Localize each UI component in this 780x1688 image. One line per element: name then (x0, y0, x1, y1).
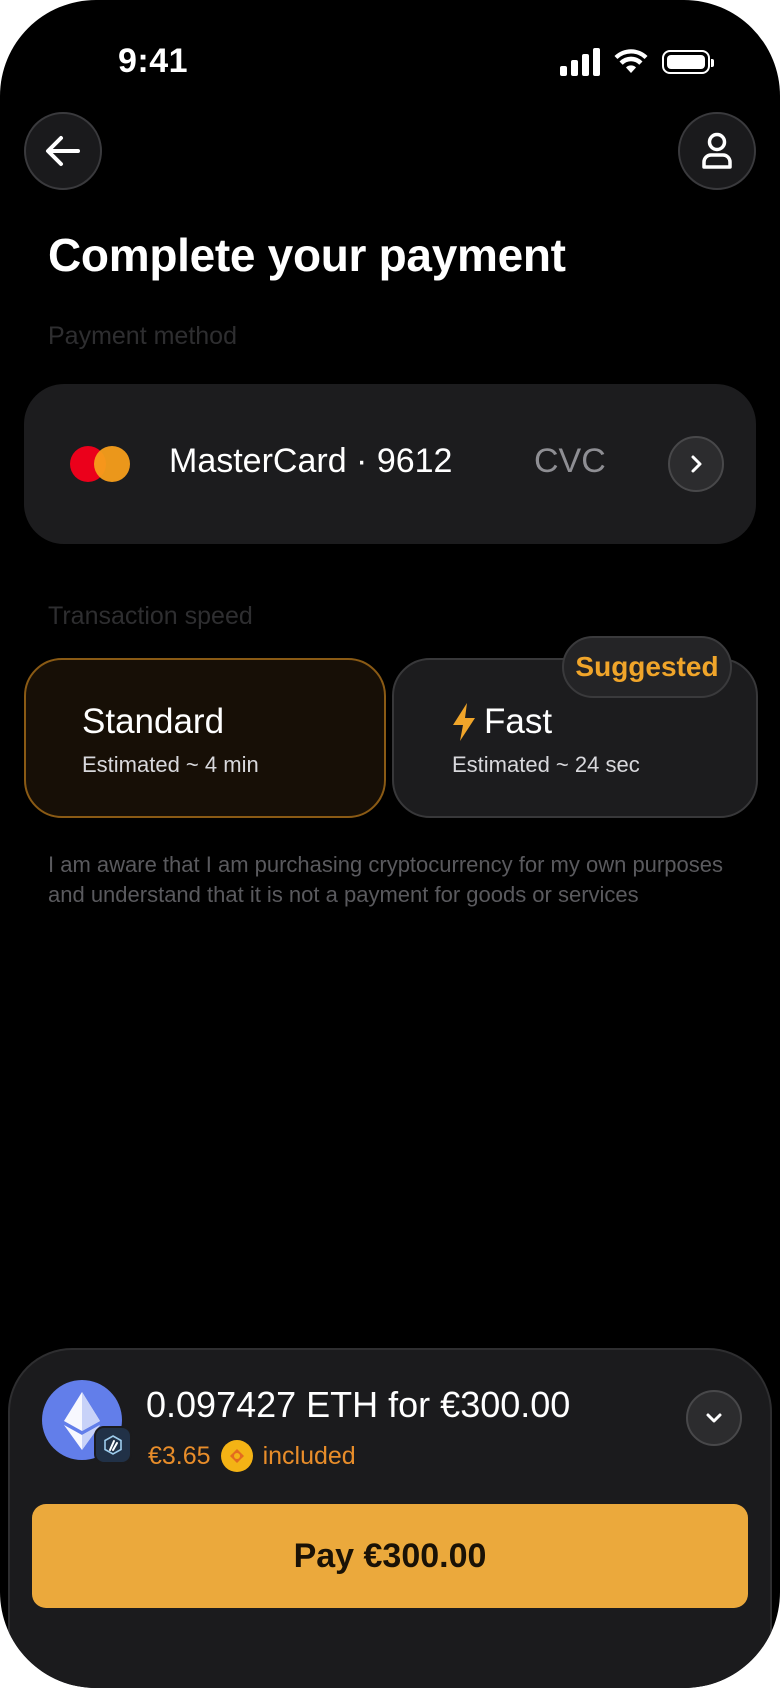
arbitrum-icon (94, 1426, 132, 1464)
chevron-right-icon (691, 455, 702, 473)
profile-button[interactable] (678, 112, 756, 190)
page-title: Complete your payment (48, 229, 566, 281)
token-coin-icon (220, 1440, 253, 1472)
mastercard-logo-icon (70, 446, 130, 482)
speed-option-subtitle: Estimated ~ 4 min (82, 752, 259, 777)
speed-option-title: Fast (484, 702, 553, 741)
lightning-icon (453, 703, 475, 741)
payment-card-selector[interactable]: MasterCard · 9612 CVC (24, 384, 756, 544)
payment-method-label: Payment method (48, 322, 237, 350)
suggested-badge: Suggested (562, 636, 732, 698)
disclaimer-text: I am aware that I am purchasing cryptocu… (48, 852, 723, 907)
arrow-left-icon (46, 136, 80, 166)
user-icon (702, 132, 732, 169)
card-next-button[interactable] (668, 436, 724, 492)
status-icons (560, 48, 714, 76)
order-summary-panel: 0.097427 ETH for €300.00 €3.65 included … (8, 1348, 772, 1688)
speed-option-title: Standard (82, 702, 225, 741)
fee-amount: €3.65 (148, 1441, 211, 1470)
wifi-icon (614, 49, 648, 73)
speed-option-standard[interactable]: Standard Estimated ~ 4 min (24, 658, 386, 818)
battery-icon (662, 50, 714, 74)
speed-option-subtitle: Estimated ~ 24 sec (452, 752, 640, 777)
fee-suffix: included (262, 1441, 356, 1470)
back-button[interactable] (24, 112, 102, 190)
chevron-down-icon (706, 1413, 722, 1423)
transaction-speed-label: Transaction speed (48, 602, 253, 630)
phone-screen: 9:41 Complete your payment Payment metho… (0, 0, 780, 1688)
expand-summary-button[interactable] (686, 1390, 742, 1446)
purchase-amount: 0.097427 ETH for €300.00 (146, 1384, 571, 1425)
cvc-input[interactable]: CVC (534, 442, 606, 481)
fee-row: €3.65 included (148, 1440, 356, 1472)
card-name: MasterCard · 9612 (169, 442, 453, 480)
pay-button[interactable]: Pay €300.00 (32, 1504, 748, 1608)
signal-icon (560, 48, 600, 76)
status-time: 9:41 (118, 42, 189, 80)
